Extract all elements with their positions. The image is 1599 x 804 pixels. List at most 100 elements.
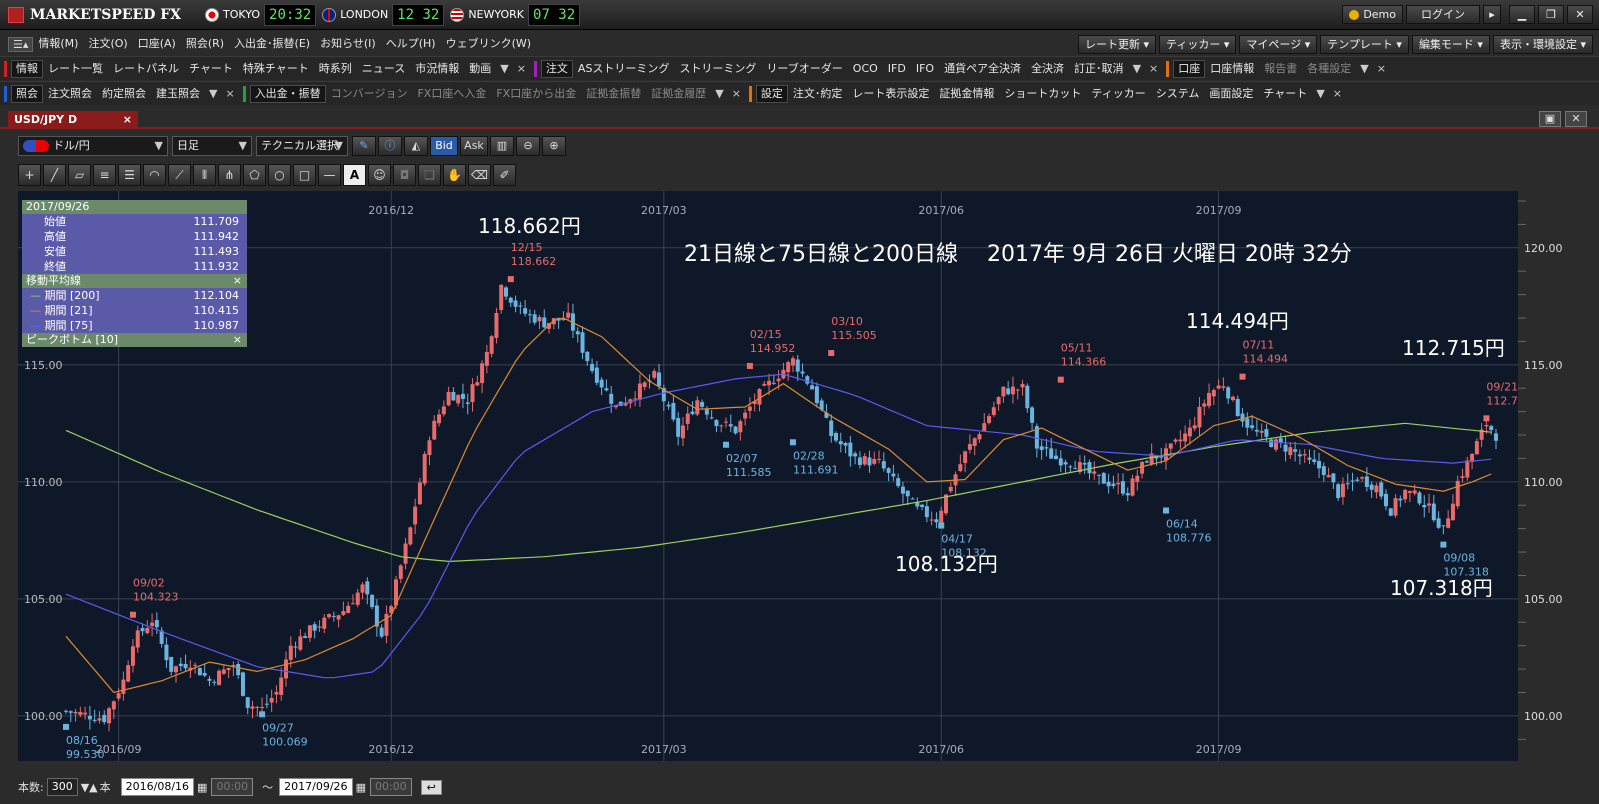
chevron-down-icon[interactable]: ▼	[1356, 62, 1372, 75]
ma-close-icon[interactable]: ×	[233, 274, 242, 288]
fibonacci-icon[interactable]: ☰	[118, 164, 141, 186]
menu-item-7[interactable]: ウェブリンク(W)	[441, 34, 536, 54]
ruler-icon[interactable]: ▱	[68, 164, 91, 186]
peak-close-icon[interactable]: ×	[233, 333, 242, 347]
count-input[interactable]: 300	[46, 778, 78, 796]
chevron-down-icon[interactable]: ▼	[711, 87, 727, 100]
chevron-down-icon[interactable]: ▼	[1312, 87, 1328, 100]
toolbar-item[interactable]: 時系列	[314, 59, 357, 79]
menu-item-1[interactable]: 注文(O)	[83, 34, 132, 54]
restore-icon[interactable]: ❐	[1538, 5, 1564, 24]
trendline-icon[interactable]: ╱	[43, 164, 66, 186]
toolbar-item[interactable]: 全決済	[1026, 59, 1069, 79]
window-close-icon[interactable]: ✕	[1565, 111, 1587, 127]
delete-icon[interactable]: ⌫	[468, 164, 491, 186]
tab-usdjpy[interactable]: USD/JPY D ×	[8, 111, 138, 129]
toolbar-item[interactable]: チャート	[184, 59, 238, 79]
toolbar-item[interactable]: レート一覧	[43, 59, 108, 79]
period-select[interactable]: 日足 ▼	[172, 136, 252, 156]
close-icon[interactable]: ×	[221, 87, 238, 100]
minimize-icon[interactable]: ▁	[1509, 5, 1535, 24]
from-date-input[interactable]: 2016/08/16	[120, 778, 195, 796]
bid-button[interactable]: Bid	[430, 136, 458, 156]
toolbar-item[interactable]: 動画	[464, 59, 496, 79]
ask-button[interactable]: Ask	[460, 136, 488, 156]
toolbar-item[interactable]: システム	[1151, 84, 1205, 104]
login-arrow-icon[interactable]: ▸	[1483, 5, 1501, 24]
pentagon-icon[interactable]: ⬠	[243, 164, 266, 186]
toolbar-item[interactable]: 注文･約定	[788, 84, 848, 104]
pitchfork-icon[interactable]: ⋔	[218, 164, 241, 186]
toolbar-item[interactable]: 市況情報	[410, 59, 464, 79]
toolbar-item[interactable]: ASストリーミング	[573, 59, 675, 79]
toolbar-group-head[interactable]: 情報	[11, 59, 43, 78]
hand-icon[interactable]: ✋	[443, 164, 466, 186]
circle-icon[interactable]: ○	[268, 164, 291, 186]
calendar-to-icon[interactable]: ▦	[356, 781, 366, 794]
close-icon[interactable]: ×	[513, 62, 530, 75]
copy-icon[interactable]: ❏	[418, 164, 441, 186]
bars-chart-icon[interactable]: ▥	[490, 136, 514, 156]
menu-right-0[interactable]: レート更新 ▾	[1078, 34, 1157, 54]
login-button[interactable]: ログイン	[1406, 5, 1480, 24]
toolbar-item[interactable]: 特殊チャート	[238, 59, 314, 79]
menu-item-6[interactable]: ヘルプ(H)	[381, 34, 441, 54]
eraser-icon[interactable]: ◘	[393, 164, 416, 186]
toolbar-item[interactable]: 注文照会	[43, 84, 97, 104]
pair-select[interactable]: ドル/円 ▼	[18, 136, 168, 156]
toolbar-group-head[interactable]: 照会	[11, 84, 43, 103]
chevron-down-icon[interactable]: ▼	[496, 62, 512, 75]
close-window-icon[interactable]: ✕	[1567, 5, 1593, 24]
toolbar-item[interactable]: レートパネル	[108, 59, 184, 79]
close-icon[interactable]: ×	[1329, 87, 1346, 100]
from-time-input[interactable]: 00:00	[211, 778, 254, 796]
menu-item-2[interactable]: 口座(A)	[133, 34, 181, 54]
toolbar-group-head[interactable]: 口座	[1173, 59, 1206, 78]
icon-stamp-icon[interactable]: ☺	[368, 164, 391, 186]
toolbar-item[interactable]: 口座情報	[1205, 59, 1259, 79]
toolbar-item[interactable]: ニュース	[357, 59, 410, 79]
toolbar-group-head[interactable]: 入出金・振替	[249, 84, 326, 103]
tab-close-icon[interactable]: ×	[123, 111, 132, 129]
vertical-lines-icon[interactable]: ⦀	[193, 164, 216, 186]
menu-right-3[interactable]: テンプレート ▾	[1320, 34, 1409, 54]
to-time-input[interactable]: 00:00	[369, 778, 412, 796]
ohlc-info-panel[interactable]: 2017/09/26 始値 111.709 高値 111.942 安値 111.493 終値…	[22, 200, 247, 347]
calendar-from-icon[interactable]: ▦	[197, 781, 207, 794]
toolbar-item[interactable]: 約定照会	[97, 84, 151, 104]
fan-icon[interactable]: ◠	[143, 164, 166, 186]
menu-item-4[interactable]: 入出金･振替(E)	[229, 34, 315, 54]
refresh-icon[interactable]: ↩	[420, 779, 442, 795]
toolbar-item[interactable]: ショートカット	[999, 84, 1086, 104]
toolbar-item[interactable]: 建玉照会	[151, 84, 205, 104]
menu-right-2[interactable]: マイページ ▾	[1239, 34, 1318, 54]
pen-icon[interactable]: ✎	[352, 136, 376, 156]
toolbar-item[interactable]: ストリーミング	[674, 59, 761, 79]
info-icon[interactable]: ⓘ	[378, 136, 402, 156]
toolbar-item[interactable]: IFO	[911, 59, 939, 79]
crosshair-icon[interactable]: +	[18, 164, 41, 186]
toolbar-item[interactable]: 証拠金情報	[934, 84, 999, 104]
menu-item-0[interactable]: 情報(M)	[33, 34, 83, 54]
count-stepper-up-icon[interactable]: ▼▲	[81, 781, 98, 794]
toolbar-item[interactable]: リーブオーダー	[761, 59, 847, 79]
rectangle-icon[interactable]: □	[293, 164, 316, 186]
close-icon[interactable]: ×	[1373, 62, 1390, 75]
horizontal-line-icon[interactable]: —	[318, 164, 341, 186]
zoom-in-icon[interactable]: ⊕	[542, 136, 566, 156]
menu-hamburger-icon[interactable]: ☰▴	[8, 36, 34, 52]
mountain-chart-icon[interactable]: ◭	[404, 136, 428, 156]
toolbar-item[interactable]: OCO	[848, 59, 883, 79]
chevron-down-icon[interactable]: ▼	[1129, 62, 1145, 75]
close-icon[interactable]: ×	[1145, 62, 1162, 75]
toolbar-item[interactable]: 訂正･取消	[1069, 59, 1129, 79]
horizontal-lines-icon[interactable]: ≡	[93, 164, 116, 186]
menu-item-5[interactable]: お知らせ(I)	[315, 34, 381, 54]
toolbar-item[interactable]: 通貨ペア全決済	[939, 59, 1026, 79]
menu-right-4[interactable]: 編集モード ▾	[1411, 34, 1490, 54]
text-icon[interactable]: A	[343, 164, 366, 186]
toolbar-item[interactable]: レート表示設定	[847, 84, 934, 104]
technical-select[interactable]: テクニカル選択 ▼	[256, 136, 348, 156]
toolbar-group-head[interactable]: 注文	[540, 59, 573, 78]
delete-all-icon[interactable]: ✐	[493, 164, 516, 186]
